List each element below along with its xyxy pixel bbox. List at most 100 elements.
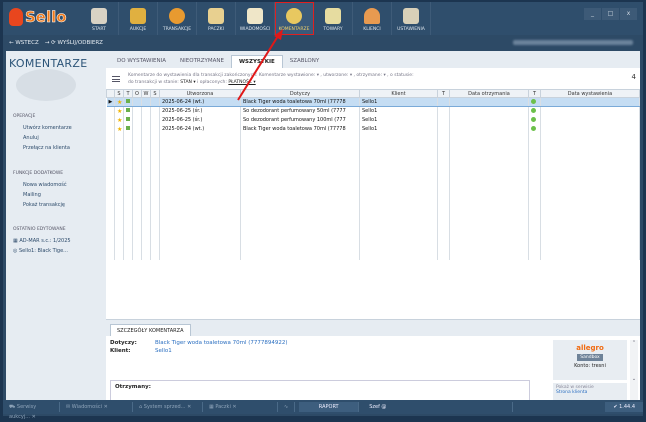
details-scrollbar[interactable]: ⌃ ⌄ (630, 340, 638, 401)
nav-start[interactable]: START (80, 2, 119, 35)
section-operacje: OPERACJE (13, 114, 36, 119)
link-dotyczy[interactable]: Black Tiger woda toaletowa 70ml (7777894… (155, 340, 288, 346)
link-show-transaction[interactable]: Pokaż transakcję (23, 202, 65, 208)
stan-dropdown[interactable]: STAN ▾ (180, 80, 195, 85)
section-extra: FUNKCJE DODATKOWE (13, 171, 64, 176)
link-new-message[interactable]: Nowa wiadomość (23, 182, 67, 188)
status-tab[interactable]: ⌂ System sprzed... ✕ (133, 402, 203, 412)
tab-comment-details[interactable]: SZCZEGÓŁY KOMENTARZA (110, 324, 191, 336)
column-header[interactable]: T (528, 89, 541, 98)
version-badge: ✔ 1.44.4 (605, 402, 643, 412)
show-links: Pokaż w serwisie Strona klienta (553, 383, 627, 401)
column-header[interactable]: Klient (359, 89, 438, 98)
nav-komentarze[interactable]: KOMENTARZE (275, 2, 314, 35)
tab-wszystkie[interactable]: WSZYSTKIE (230, 55, 283, 68)
column-header[interactable]: Dotyczy (240, 89, 360, 98)
received-box: Otrzymany: (110, 380, 530, 402)
platnosc-dropdown[interactable]: PŁATNOŚĆ ▾ (228, 80, 255, 85)
star-icon: ★ (114, 115, 124, 125)
status-dot-icon (528, 124, 541, 134)
table-row[interactable]: ★ 2025-06-25 (śr.) So dezodorant perfumowa… (106, 115, 640, 125)
activity-icon[interactable]: ∿ (278, 402, 296, 412)
account-name: Konto: tresni (574, 363, 606, 369)
nav-transakcje[interactable]: TRANSAKCJE (158, 2, 197, 35)
tab-do-wystawienia[interactable]: DO WYSTAWIENIA (110, 55, 173, 68)
filter-label: do transakcji w stanie: (128, 80, 179, 85)
table-row[interactable]: ▶ ★ 2025-06-24 (wt.) Black Tiger woda toale… (106, 97, 640, 107)
package-icon (208, 8, 224, 24)
content-panel: DO WYSTAWIENIA NIEOTRZYMANE WSZYSTKIE SZ… (106, 51, 640, 402)
gavel-icon (130, 8, 146, 24)
status-tab[interactable]: ✉ Wiadomości ✕ (60, 402, 133, 412)
client: Sello1 (359, 115, 438, 125)
column-header[interactable]: Utworzona (159, 89, 241, 98)
column-header[interactable]: Data wystawienia (540, 89, 640, 98)
result-count: 4 (631, 73, 636, 81)
row-pointer (106, 115, 115, 125)
label-klient: Klient: (110, 348, 131, 354)
report-button[interactable]: RAPORT (299, 402, 360, 412)
column-header[interactable]: S (114, 89, 124, 98)
status-tab[interactable]: ▦ Paczki ✕ (203, 402, 278, 412)
sidebar: KOMENTARZE OPERACJE Utwórz komentarze An… (6, 51, 102, 400)
column-header[interactable]: Data otrzymania (449, 89, 529, 98)
status-tab[interactable]: ⛟ Serwisy aukcyj... ✕ (3, 402, 60, 420)
nav-aukcje[interactable]: AUKCJE (119, 2, 158, 35)
link-switch-client[interactable]: Przełącz na klienta (23, 145, 70, 151)
minimize-button[interactable]: _ (584, 8, 601, 20)
filter-bar: Komentarze do wystawienia dla transakcji… (106, 68, 640, 89)
filter-label: i opłaconych: (197, 80, 227, 85)
flag-icon (123, 124, 133, 134)
recent-item[interactable]: ▦ AD-MAR s.c.: 1/2025 (13, 238, 71, 244)
menu-icon[interactable] (112, 76, 120, 82)
row-pointer (106, 124, 115, 134)
client-icon (364, 8, 380, 24)
status-bar: ⛟ Serwisy aukcyj... ✕ ✉ Wiadomości ✕ ⌂ S… (3, 400, 643, 420)
client: Sello1 (359, 97, 438, 107)
nav-wiadomosci[interactable]: WIADOMOŚCI (236, 2, 275, 35)
created-date: 2025-06-24 (wt.) (159, 124, 241, 134)
close-button[interactable]: x (620, 8, 637, 20)
settings-icon (403, 8, 419, 24)
item-title: Black Tiger woda toaletowa 70ml (77778 (240, 124, 360, 134)
column-header[interactable]: T (123, 89, 133, 98)
column-header[interactable]: S (150, 89, 160, 98)
item-title: So dezodorant perfumowany 100ml (777 (240, 115, 360, 125)
column-header[interactable]: W (141, 89, 151, 98)
nav-ustawienia[interactable]: USTAWIENIA (392, 2, 431, 35)
allegro-logo: allegro (576, 344, 604, 352)
link-klient[interactable]: Sello1 (155, 348, 172, 354)
tab-szablony[interactable]: SZABLONY (283, 55, 326, 68)
account-card: allegro Sandbox Konto: tresni (553, 340, 627, 380)
message-icon (247, 8, 263, 24)
star-icon: ★ (114, 97, 124, 107)
status-dot-icon (528, 106, 541, 116)
maximize-button[interactable]: □ (602, 8, 619, 20)
comments-table: S T O W S Utworzona Dotyczy Klient T Data otrzyma… (106, 89, 640, 260)
client-page-link[interactable]: Strona klienta (556, 390, 624, 395)
column-header[interactable]: O (132, 89, 142, 98)
nav-klienci[interactable]: KLIENCI (353, 2, 392, 35)
table-row[interactable]: ★ 2025-06-25 (śr.) So dezodorant perfumowa… (106, 106, 640, 116)
created-date: 2025-06-24 (wt.) (159, 97, 241, 107)
nav-towary[interactable]: TOWARY (314, 2, 353, 35)
link-mailing[interactable]: Mailing (23, 192, 41, 198)
column-header[interactable]: T (437, 89, 450, 98)
table-row[interactable]: ★ 2025-06-24 (wt.) Black Tiger woda toalet… (106, 124, 640, 134)
nav-paczki[interactable]: PACZKI (197, 2, 236, 35)
sync-button[interactable]: → ⟳ WYŚLIJ/ODBIERZ (45, 40, 103, 46)
recent-item[interactable]: ◎ Sello1: Black Tige... (13, 248, 68, 254)
back-button[interactable]: ← WSTECZ (9, 40, 39, 46)
home-icon (91, 8, 107, 24)
link-cancel[interactable]: Anuluj (23, 135, 39, 141)
item-title: Black Tiger woda toaletowa 70ml (77778 (240, 97, 360, 107)
star-icon: ★ (114, 124, 124, 134)
user-info: Szef @ (363, 402, 514, 412)
comment-icon (286, 8, 302, 24)
column-header[interactable] (106, 89, 115, 98)
sello-logo[interactable]: Sello (9, 8, 67, 26)
star-icon: ★ (114, 106, 124, 116)
link-create-comments[interactable]: Utwórz komentarze (23, 125, 72, 131)
tab-nieotrzymane[interactable]: NIEOTRZYMANE (173, 55, 231, 68)
flag-icon (123, 106, 133, 116)
